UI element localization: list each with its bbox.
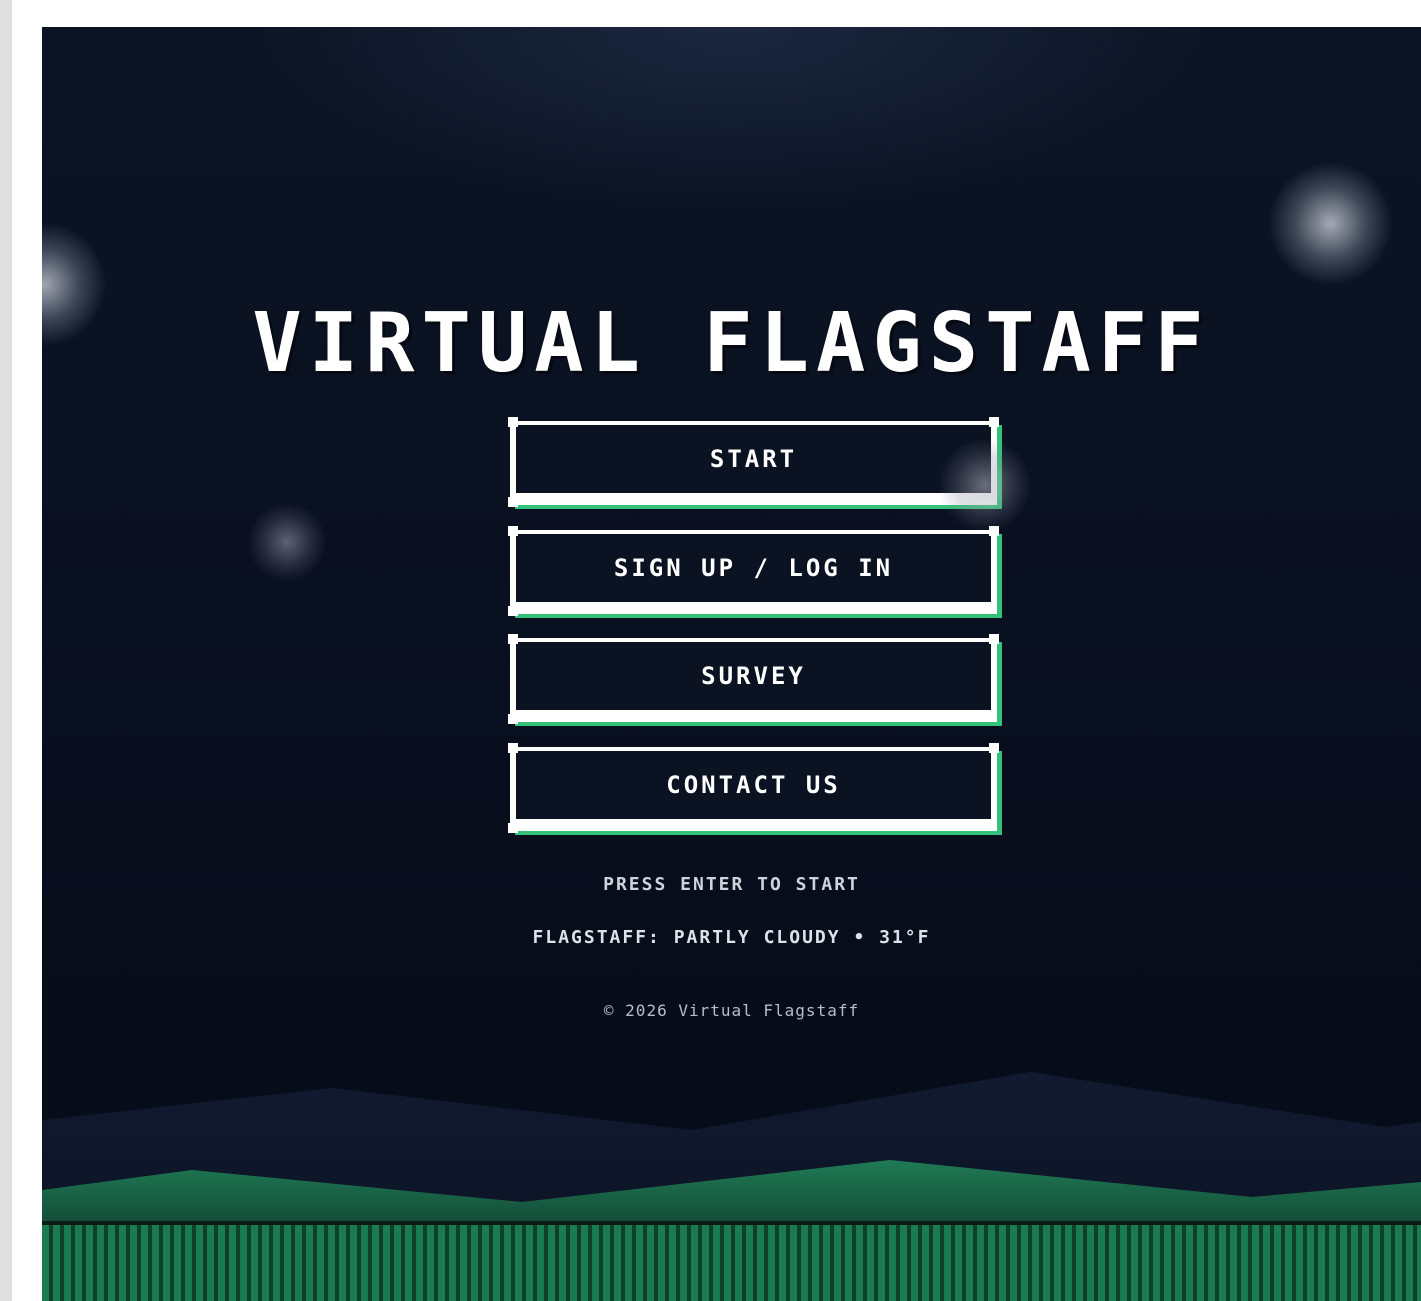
sign-up-log-in-button[interactable]: SIGN UP / LOG IN — [508, 526, 999, 616]
pixel-corner — [508, 634, 518, 644]
pixel-corner — [989, 634, 999, 644]
survey-button-label: SURVEY — [701, 662, 806, 690]
game-title: VIRTUAL FLAGSTAFF — [252, 296, 1211, 391]
sign-up-log-in-button-label: SIGN UP / LOG IN — [613, 554, 894, 582]
pixel-corner — [989, 417, 999, 427]
survey-button[interactable]: SURVEY — [508, 634, 999, 724]
start-button[interactable]: START — [508, 417, 999, 507]
press-enter-hint: PRESS ENTER TO START — [603, 874, 860, 895]
pixel-corner — [508, 497, 518, 507]
pixel-corner — [508, 823, 518, 833]
copyright-text: © 2026 Virtual Flagstaff — [603, 1001, 860, 1020]
pixel-corner — [508, 526, 518, 536]
pixel-corner — [508, 714, 518, 724]
pixel-corner — [508, 606, 518, 616]
game-scene: VIRTUAL FLAGSTAFF START SIGN UP / LOG IN… — [42, 27, 1421, 1301]
glow-orb — [248, 503, 326, 581]
pixel-corner — [508, 743, 518, 753]
glow-orb — [1268, 161, 1393, 286]
contact-us-button[interactable]: CONTACT US — [508, 743, 999, 833]
weather-status: FLAGSTAFF: PARTLY CLOUDY • 31°F — [532, 927, 931, 948]
contact-us-button-label: CONTACT US — [666, 771, 841, 799]
pixel-corner — [989, 743, 999, 753]
start-button-label: START — [709, 445, 798, 473]
browser-left-gutter — [0, 0, 12, 1301]
pixel-corner — [508, 417, 518, 427]
glow-orb — [939, 439, 1031, 531]
landscape — [42, 1072, 1421, 1227]
grass-strip — [42, 1221, 1421, 1301]
browser-top-strip — [12, 0, 1421, 27]
